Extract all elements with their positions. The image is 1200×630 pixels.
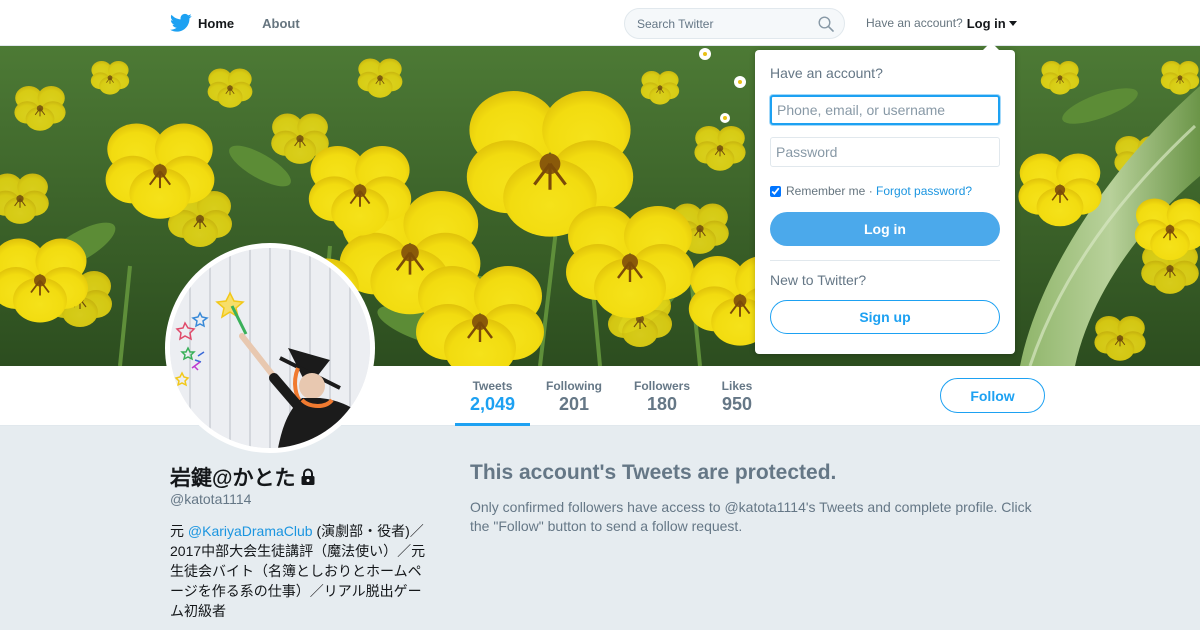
stat-following-value: 201	[558, 394, 590, 414]
stat-likes-label: Likes	[721, 379, 753, 393]
home-label: Home	[198, 15, 235, 31]
have-account-text: Have an account?	[866, 16, 963, 30]
login-dropdown: Have an account? Remember me · Forgot pa…	[755, 42, 1015, 354]
login-link-label: Log in	[966, 15, 1006, 31]
profile-name: 岩鍵@かとた	[170, 462, 316, 492]
login-dropdown-toggle[interactable]: Log in	[967, 16, 1017, 31]
dropdown-divider	[770, 260, 1000, 261]
new-to-twitter-heading: New to Twitter?	[770, 272, 867, 288]
stat-followers[interactable]: Followers 180	[628, 366, 696, 426]
top-navigation-bar: Home About Have an account? Log in	[0, 0, 1200, 46]
follow-button[interactable]: Follow	[940, 378, 1045, 413]
remember-row: Remember me · Forgot password?	[770, 184, 972, 198]
remember-me-checkbox[interactable]	[770, 185, 781, 197]
login-area: Have an account? Log in	[866, 0, 1017, 46]
forgot-password-link[interactable]: Forgot password?	[876, 184, 972, 198]
search-icon[interactable]	[818, 16, 834, 32]
stat-following-label: Following	[546, 379, 602, 393]
search-box[interactable]	[624, 8, 845, 39]
protected-text: Only confirmed followers have access to …	[470, 499, 1032, 534]
avatar[interactable]	[165, 243, 375, 453]
signup-button[interactable]: Sign up	[770, 300, 1000, 334]
chevron-down-icon	[1008, 20, 1017, 26]
stat-following[interactable]: Following 201	[540, 366, 608, 426]
stat-tweets[interactable]: Tweets 2,049	[455, 366, 530, 426]
profile-bio: 元 @KariyaDramaClub (演劇部・役者)／2017中部大会生徒講評…	[170, 521, 432, 621]
login-button[interactable]: Log in	[770, 212, 1000, 246]
stat-tweets-label: Tweets	[472, 379, 513, 393]
profile-name-text: 岩鍵@かとた	[170, 467, 296, 490]
twitter-bird-icon	[170, 13, 192, 32]
profile-handle: @katota1114	[170, 491, 252, 507]
about-link[interactable]: About	[262, 16, 300, 31]
home-link[interactable]: Home	[170, 13, 234, 33]
password-field[interactable]	[770, 137, 1000, 167]
stat-tweets-value: 2,049	[469, 394, 516, 414]
lock-icon	[301, 468, 315, 485]
stat-followers-label: Followers	[633, 379, 690, 393]
remember-me-label[interactable]: Remember me	[786, 184, 865, 198]
nav-left-group: Home About	[170, 0, 328, 46]
protected-title: This account's Tweets are protected.	[470, 461, 837, 484]
avatar-photo	[170, 248, 370, 448]
stat-likes-value: 950	[721, 394, 753, 414]
search-input[interactable]	[637, 16, 807, 31]
bio-mention-link[interactable]: @KariyaDramaClub	[188, 523, 313, 539]
dropdown-heading: Have an account?	[770, 65, 883, 81]
stat-likes[interactable]: Likes 950	[713, 366, 761, 426]
stat-followers-value: 180	[646, 394, 678, 414]
remember-separator: ·	[865, 184, 877, 198]
bio-prefix: 元	[170, 523, 188, 539]
username-field[interactable]	[770, 95, 1000, 125]
